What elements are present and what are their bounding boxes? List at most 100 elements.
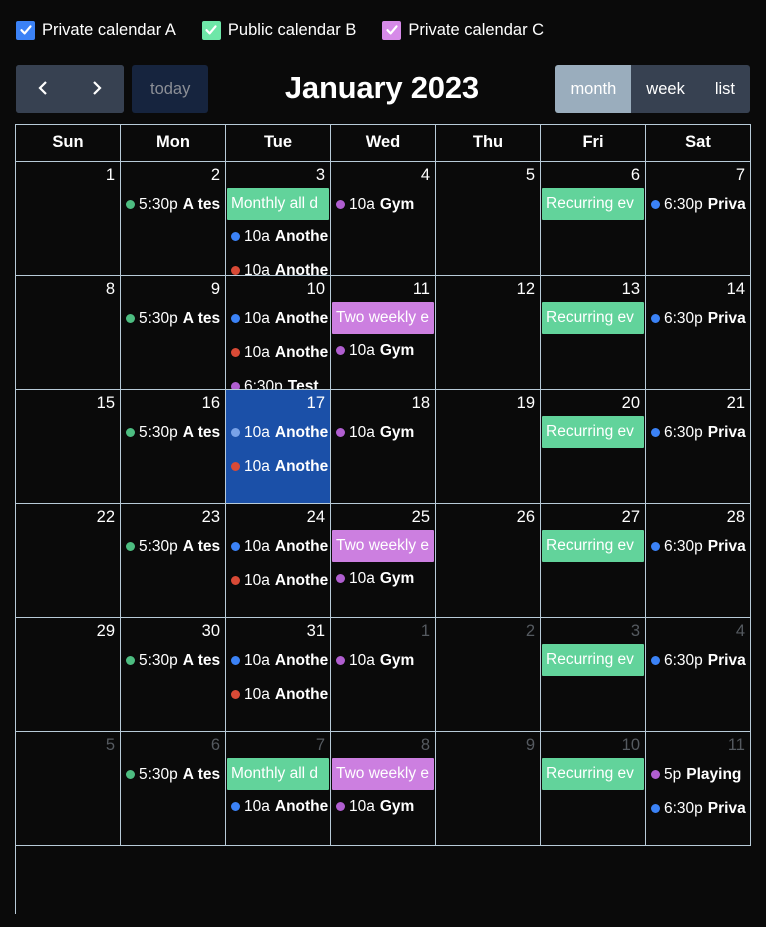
- day-number[interactable]: 4: [331, 162, 435, 188]
- calendar-event[interactable]: 10a Anothe: [226, 220, 330, 254]
- day-cell[interactable]: 11 5p Playing 6:30p Priva: [646, 732, 751, 846]
- calendar-event[interactable]: Two weekly e: [332, 757, 434, 790]
- calendar-source-calendar-b[interactable]: Public calendar B: [201, 20, 356, 40]
- day-cell[interactable]: 14 6:30p Priva: [646, 276, 751, 390]
- day-number[interactable]: 10: [541, 732, 645, 758]
- calendar-event[interactable]: Recurring ev: [542, 301, 644, 334]
- day-cell[interactable]: 3 Monthly all d 10a Anothe 10a Anothe: [226, 162, 331, 276]
- day-cell[interactable]: 25 Two weekly e 10a Gym: [331, 504, 436, 618]
- calendar-event[interactable]: Two weekly e: [332, 301, 434, 334]
- calendar-event[interactable]: 10a Anothe: [226, 450, 330, 484]
- day-number[interactable]: 5: [436, 162, 540, 188]
- calendar-event[interactable]: Recurring ev: [542, 757, 644, 790]
- day-number[interactable]: 8: [16, 276, 120, 302]
- day-number[interactable]: 7: [226, 732, 330, 758]
- day-number[interactable]: 1: [331, 618, 435, 644]
- day-number[interactable]: 15: [16, 390, 120, 416]
- day-cell[interactable]: 9 5:30p A tes: [121, 276, 226, 390]
- day-number[interactable]: 31: [226, 618, 330, 644]
- calendar-event[interactable]: 5:30p A tes: [121, 416, 225, 450]
- day-cell[interactable]: 6 Recurring ev: [541, 162, 646, 276]
- day-number[interactable]: 11: [331, 276, 435, 302]
- day-number[interactable]: 9: [436, 732, 540, 758]
- calendar-event[interactable]: 10a Gym: [331, 416, 435, 450]
- calendar-event[interactable]: Recurring ev: [542, 415, 644, 448]
- calendar-event[interactable]: Two weekly e: [332, 529, 434, 562]
- calendar-event[interactable]: 6:30p Priva: [646, 416, 750, 450]
- day-cell[interactable]: 22: [16, 504, 121, 618]
- calendar-event[interactable]: 10a Anothe: [226, 790, 330, 824]
- day-cell[interactable]: 9: [436, 732, 541, 846]
- day-number[interactable]: 26: [436, 504, 540, 530]
- day-number[interactable]: 20: [541, 390, 645, 416]
- day-number[interactable]: 2: [436, 618, 540, 644]
- day-number[interactable]: 3: [226, 162, 330, 188]
- day-cell[interactable]: 24 10a Anothe 10a Anothe: [226, 504, 331, 618]
- calendar-event[interactable]: 10a Anothe: [226, 416, 330, 450]
- day-cell[interactable]: 8 Two weekly e 10a Gym: [331, 732, 436, 846]
- calendar-event[interactable]: 5:30p A tes: [121, 302, 225, 336]
- day-cell[interactable]: 2: [436, 618, 541, 732]
- checkbox-calendar-c[interactable]: [382, 20, 402, 40]
- day-number[interactable]: 17: [226, 390, 330, 416]
- day-cell[interactable]: 5: [436, 162, 541, 276]
- calendar-event[interactable]: 10a Gym: [331, 562, 435, 596]
- day-number[interactable]: 7: [646, 162, 750, 188]
- calendar-event[interactable]: 6:30p Priva: [646, 530, 750, 564]
- calendar-event[interactable]: Recurring ev: [542, 187, 644, 220]
- day-number[interactable]: 2: [121, 162, 225, 188]
- prev-month-button[interactable]: [16, 65, 70, 113]
- day-cell[interactable]: 29: [16, 618, 121, 732]
- day-cell[interactable]: 11 Two weekly e 10a Gym: [331, 276, 436, 390]
- calendar-event[interactable]: 10a Anothe: [226, 302, 330, 336]
- checkbox-calendar-b[interactable]: [201, 20, 221, 40]
- day-cell[interactable]: 26: [436, 504, 541, 618]
- calendar-event[interactable]: Recurring ev: [542, 529, 644, 562]
- calendar-event[interactable]: 10a Gym: [331, 790, 435, 824]
- calendar-source-calendar-a[interactable]: Private calendar A: [16, 20, 176, 40]
- day-number[interactable]: 13: [541, 276, 645, 302]
- day-cell[interactable]: 4 10a Gym: [331, 162, 436, 276]
- calendar-event[interactable]: 10a Gym: [331, 188, 435, 222]
- day-cell[interactable]: 23 5:30p A tes: [121, 504, 226, 618]
- day-number[interactable]: 6: [121, 732, 225, 758]
- day-cell[interactable]: 18 10a Gym: [331, 390, 436, 504]
- calendar-event[interactable]: 10a Anothe: [226, 678, 330, 712]
- checkbox-calendar-a[interactable]: [16, 20, 35, 40]
- day-cell[interactable]: 10 Recurring ev: [541, 732, 646, 846]
- day-cell[interactable]: 28 6:30p Priva: [646, 504, 751, 618]
- calendar-event[interactable]: 10a Gym: [331, 644, 435, 678]
- day-number[interactable]: 4: [646, 618, 750, 644]
- day-cell[interactable]: 4 6:30p Priva: [646, 618, 751, 732]
- calendar-event[interactable]: Monthly all d: [227, 187, 329, 220]
- calendar-event[interactable]: 10a Anothe: [226, 644, 330, 678]
- day-cell[interactable]: 17 10a Anothe 10a Anothe: [226, 390, 331, 504]
- calendar-source-calendar-c[interactable]: Private calendar C: [382, 20, 544, 40]
- day-number[interactable]: 25: [331, 504, 435, 530]
- day-number[interactable]: 21: [646, 390, 750, 416]
- day-cell[interactable]: 30 5:30p A tes: [121, 618, 226, 732]
- day-number[interactable]: 1: [16, 162, 120, 188]
- today-button[interactable]: today: [132, 65, 209, 113]
- day-number[interactable]: 16: [121, 390, 225, 416]
- day-cell[interactable]: 27 Recurring ev: [541, 504, 646, 618]
- day-number[interactable]: 14: [646, 276, 750, 302]
- calendar-event[interactable]: 6:30p Priva: [646, 188, 750, 222]
- day-cell[interactable]: 6 5:30p A tes: [121, 732, 226, 846]
- day-number[interactable]: 28: [646, 504, 750, 530]
- day-cell[interactable]: 3 Recurring ev: [541, 618, 646, 732]
- day-number[interactable]: 19: [436, 390, 540, 416]
- next-month-button[interactable]: [70, 65, 124, 113]
- calendar-event[interactable]: 10a Anothe: [226, 564, 330, 598]
- calendar-event[interactable]: 6:30p Test: [226, 370, 330, 389]
- day-cell[interactable]: 10 10a Anothe 10a Anothe 6:30p Test: [226, 276, 331, 390]
- day-cell[interactable]: 8: [16, 276, 121, 390]
- day-cell[interactable]: 21 6:30p Priva: [646, 390, 751, 504]
- calendar-event[interactable]: 5:30p A tes: [121, 188, 225, 222]
- day-cell[interactable]: 15: [16, 390, 121, 504]
- calendar-event[interactable]: Monthly all d: [227, 757, 329, 790]
- view-button-list[interactable]: list: [699, 65, 750, 113]
- day-number[interactable]: 27: [541, 504, 645, 530]
- day-number[interactable]: 23: [121, 504, 225, 530]
- calendar-event[interactable]: 6:30p Priva: [646, 792, 750, 826]
